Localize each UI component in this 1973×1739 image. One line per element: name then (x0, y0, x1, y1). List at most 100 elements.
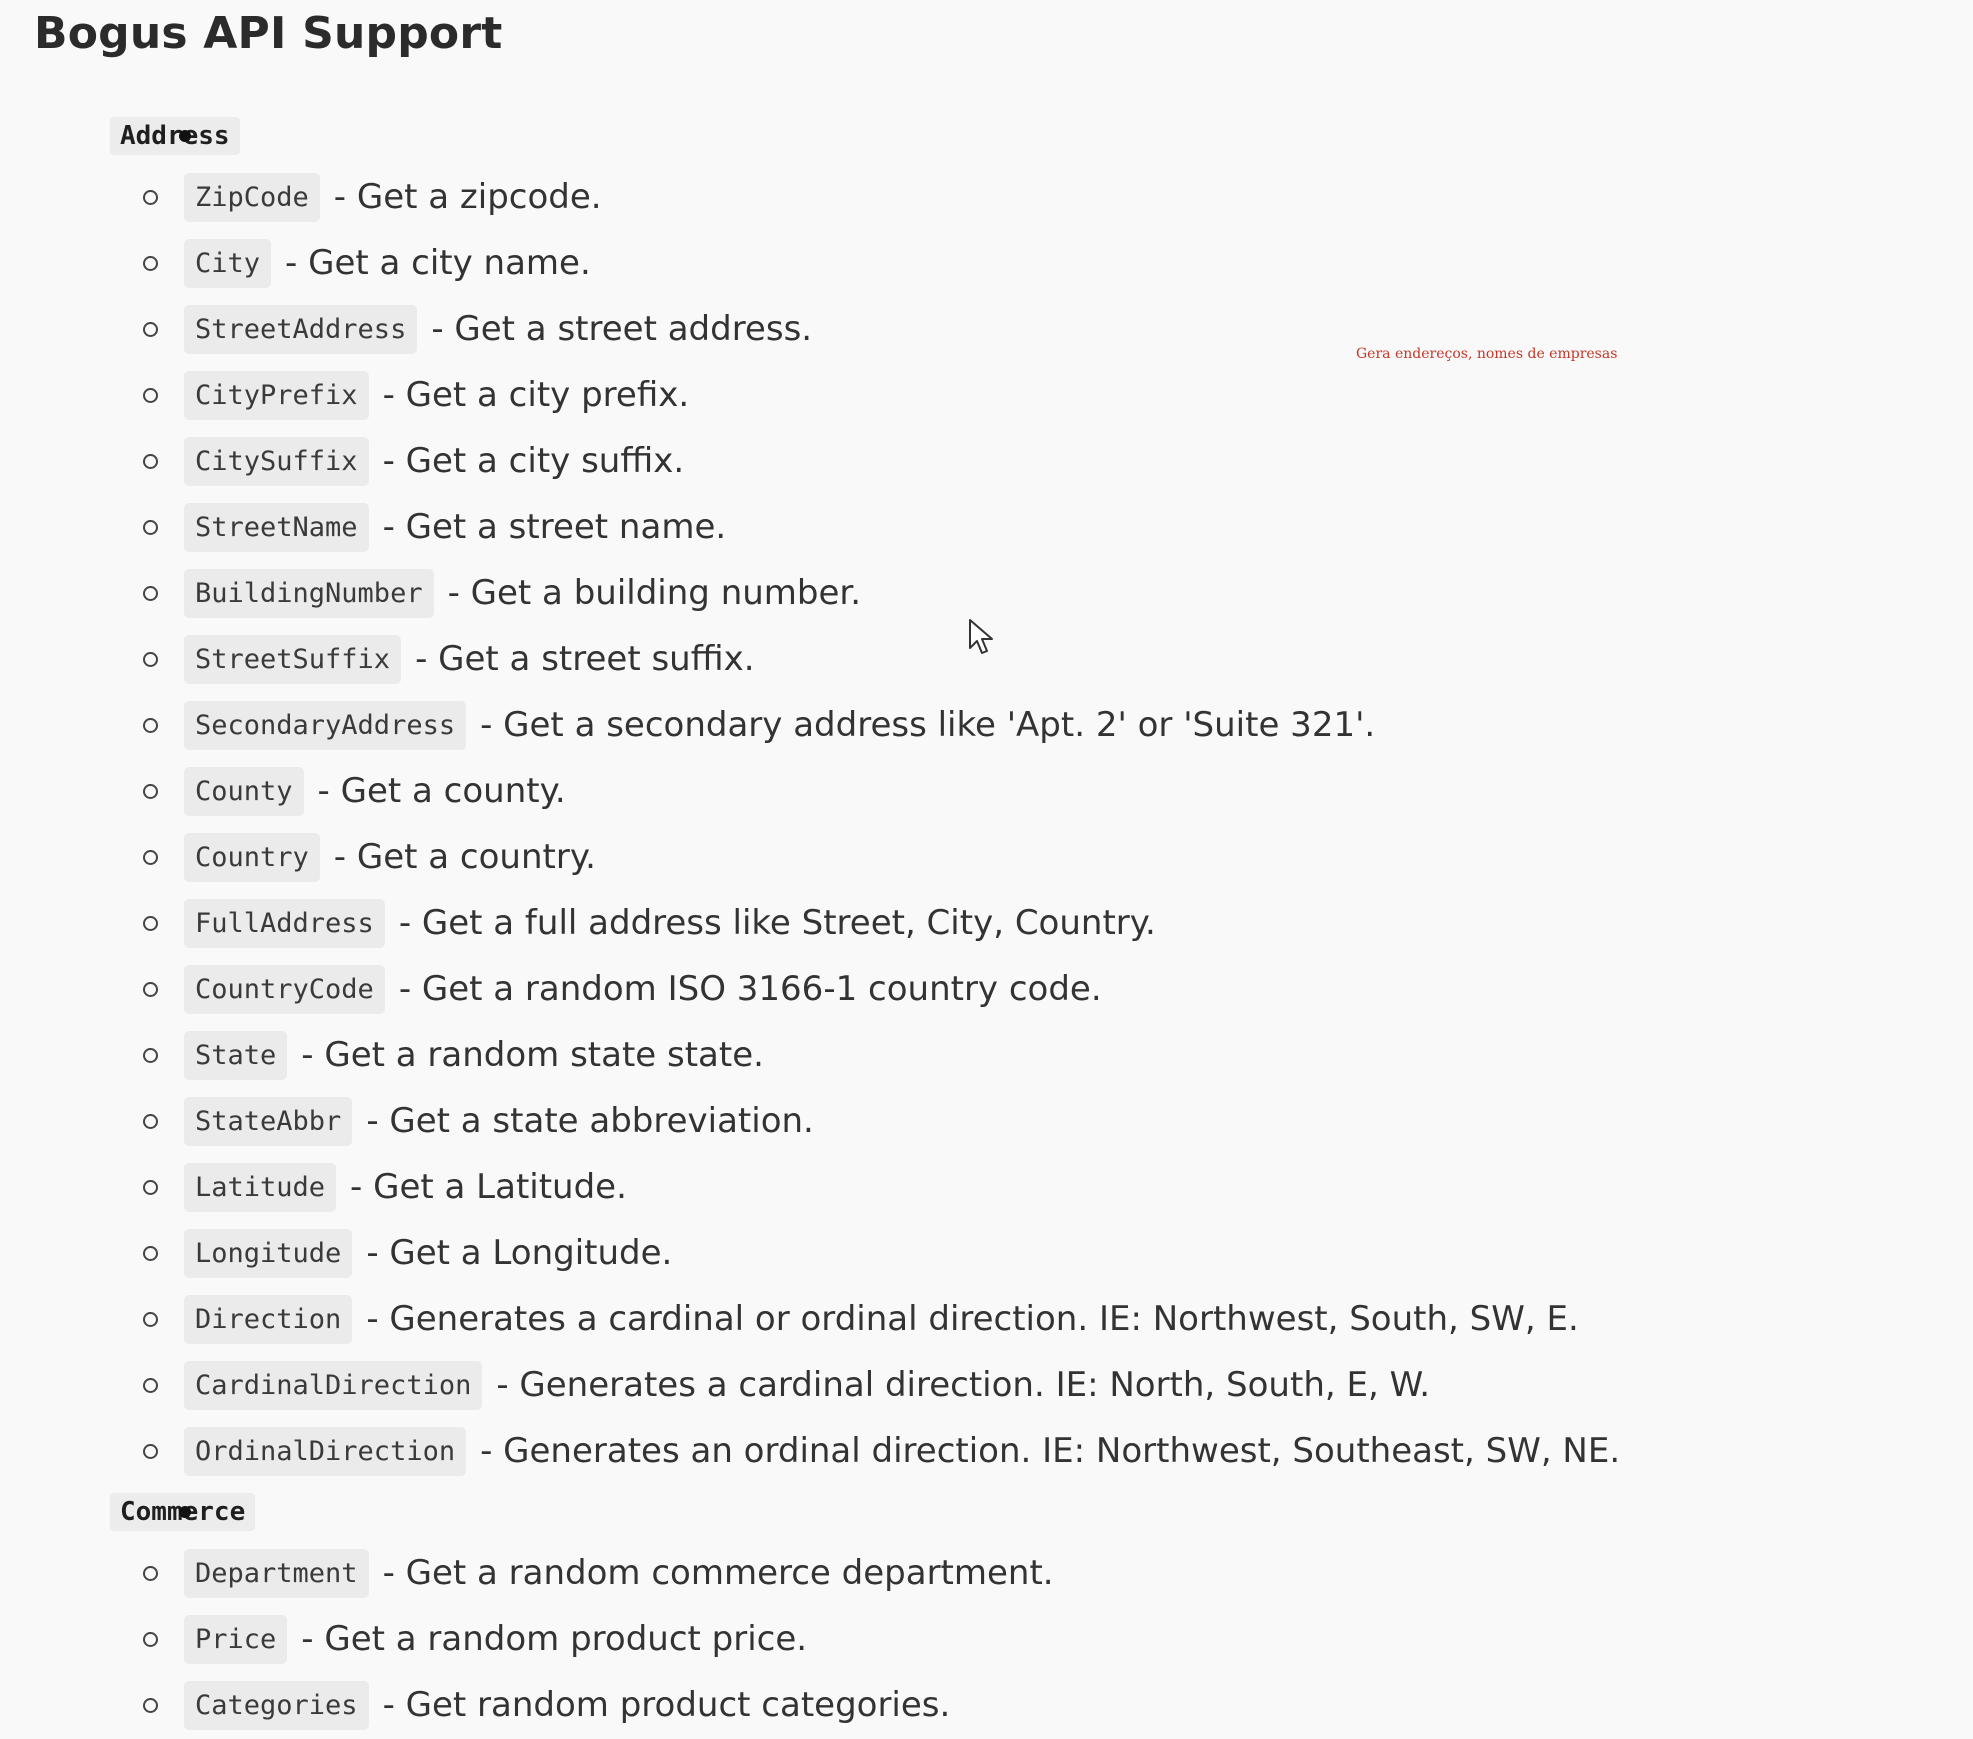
method-description: - Generates a cardinal or ordinal direct… (366, 1299, 1579, 1339)
method-name: CitySuffix (184, 436, 369, 486)
method-list: Department - Get a random commerce depart… (110, 1540, 1620, 1738)
method-description: - Get a country. (333, 837, 596, 877)
method-list: ZipCode - Get a zipcode. City - Get a city … (110, 164, 1620, 1484)
method-description: - Get a Longitude. (366, 1233, 673, 1273)
list-item: Longitude - Get a Longitude. (110, 1220, 1620, 1286)
list-item: County - Get a county. (110, 758, 1620, 824)
bullet-circle-icon (143, 586, 158, 601)
method-name: Longitude (184, 1228, 353, 1278)
list-item: OrdinalDirection - Generates an ordinal d… (110, 1418, 1620, 1484)
method-name: FullAddress (184, 898, 385, 948)
section-address: Address ZipCode - Get a zipcode. City - Get … (0, 108, 1620, 1484)
bullet-circle-icon (143, 1180, 158, 1195)
method-name: CityPrefix (184, 370, 369, 420)
method-description: - Get a Latitude. (350, 1167, 627, 1207)
method-description: - Get a random ISO 3166-1 country code. (398, 969, 1102, 1009)
bullet-circle-icon (143, 1566, 158, 1581)
method-description: - Get a street address. (431, 309, 813, 349)
method-name: ZipCode (184, 172, 320, 222)
list-item: SecondaryAddress - Get a secondary addres… (110, 692, 1620, 758)
bullet-circle-icon (143, 1312, 158, 1327)
section-title: Address (110, 117, 240, 155)
method-description: - Get a street name. (382, 507, 727, 547)
list-item: Country - Get a country. (110, 824, 1620, 890)
list-item: CityPrefix - Get a city prefix. (110, 362, 1620, 428)
method-description: - Generates a cardinal direction. IE: No… (496, 1365, 1431, 1405)
method-name: Country (184, 832, 320, 882)
method-name: State (184, 1030, 288, 1080)
list-item: CitySuffix - Get a city suffix. (110, 428, 1620, 494)
list-item: Department - Get a random commerce depart… (110, 1540, 1620, 1606)
method-description: - Get a building number. (447, 573, 862, 613)
bullet-circle-icon (143, 1114, 158, 1129)
mouse-pointer-icon (969, 619, 993, 654)
method-description: - Get a full address like Street, City, … (398, 903, 1156, 943)
bullet-circle-icon (143, 454, 158, 469)
method-name: StreetName (184, 502, 369, 552)
method-description: - Get a random commerce department. (382, 1553, 1054, 1593)
method-description: - Get a state abbreviation. (366, 1101, 814, 1141)
method-name: CountryCode (184, 964, 385, 1014)
method-name: OrdinalDirection (184, 1426, 467, 1476)
method-description: - Get a city name. (285, 243, 591, 283)
method-name: County (184, 766, 304, 816)
list-item: BuildingNumber - Get a building number. (110, 560, 1620, 626)
method-description: - Get a secondary address like 'Apt. 2' … (480, 705, 1376, 745)
method-name: SecondaryAddress (184, 700, 467, 750)
method-name: Direction (184, 1294, 353, 1344)
annotation-note: Gera endereços, nomes de empresas (1356, 346, 1618, 362)
list-item: Price - Get a random product price. (110, 1606, 1620, 1672)
method-name: BuildingNumber (184, 568, 434, 618)
list-item: StreetSuffix - Get a street suffix. (110, 626, 1620, 692)
list-item: FullAddress - Get a full address like Str… (110, 890, 1620, 956)
method-description: - Get a random product price. (301, 1619, 808, 1659)
bullet-circle-icon (143, 1698, 158, 1713)
method-name: StreetAddress (184, 304, 418, 354)
method-description: - Get a city suffix. (382, 441, 685, 481)
bullet-circle-icon (143, 652, 158, 667)
method-name: StreetSuffix (184, 634, 402, 684)
bullet-circle-icon (143, 388, 158, 403)
method-description: - Generates an ordinal direction. IE: No… (480, 1431, 1621, 1471)
list-item: Direction - Generates a cardinal or ordin… (110, 1286, 1620, 1352)
bullet-circle-icon (143, 1048, 158, 1063)
document-page: Bogus API Support Address ZipCode - Get a … (0, 0, 1973, 1739)
bullet-circle-icon (143, 718, 158, 733)
list-item: Categories - Get random product categorie… (110, 1672, 1620, 1738)
bullet-circle-icon (143, 1246, 158, 1261)
method-description: - Get a random state state. (301, 1035, 764, 1075)
bullet-circle-icon (143, 190, 158, 205)
bullet-circle-icon (143, 850, 158, 865)
method-name: Department (184, 1548, 369, 1598)
bullet-circle-icon (143, 916, 158, 931)
bullet-circle-icon (143, 520, 158, 535)
method-name: StateAbbr (184, 1096, 353, 1146)
bullet-circle-icon (143, 1444, 158, 1459)
method-description: - Get random product categories. (382, 1685, 951, 1725)
section-header: Commerce (110, 1484, 1620, 1540)
method-name: CardinalDirection (184, 1360, 483, 1410)
bullet-circle-icon (143, 982, 158, 997)
bullet-circle-icon (143, 256, 158, 271)
list-item: Latitude - Get a Latitude. (110, 1154, 1620, 1220)
method-name: City (184, 238, 272, 288)
list-item: CountryCode - Get a random ISO 3166-1 cou… (110, 956, 1620, 1022)
bullet-disc-icon (179, 1506, 191, 1518)
list-item: City - Get a city name. (110, 230, 1620, 296)
method-name: Categories (184, 1680, 369, 1730)
list-item: ZipCode - Get a zipcode. (110, 164, 1620, 230)
method-name: Latitude (184, 1162, 337, 1212)
section-header: Address (110, 108, 1620, 164)
bullet-circle-icon (143, 1632, 158, 1647)
bullet-circle-icon (143, 322, 158, 337)
method-description: - Get a street suffix. (415, 639, 755, 679)
page-title: Bogus API Support (34, 8, 503, 59)
method-name: Price (184, 1614, 288, 1664)
method-description: - Get a county. (317, 771, 566, 811)
bullet-disc-icon (179, 130, 191, 142)
list-item: CardinalDirection - Generates a cardinal … (110, 1352, 1620, 1418)
method-description: - Get a zipcode. (333, 177, 602, 217)
bullet-circle-icon (143, 1378, 158, 1393)
list-item: State - Get a random state state. (110, 1022, 1620, 1088)
section-commerce: Commerce Department - Get a random commerc… (0, 1484, 1620, 1738)
